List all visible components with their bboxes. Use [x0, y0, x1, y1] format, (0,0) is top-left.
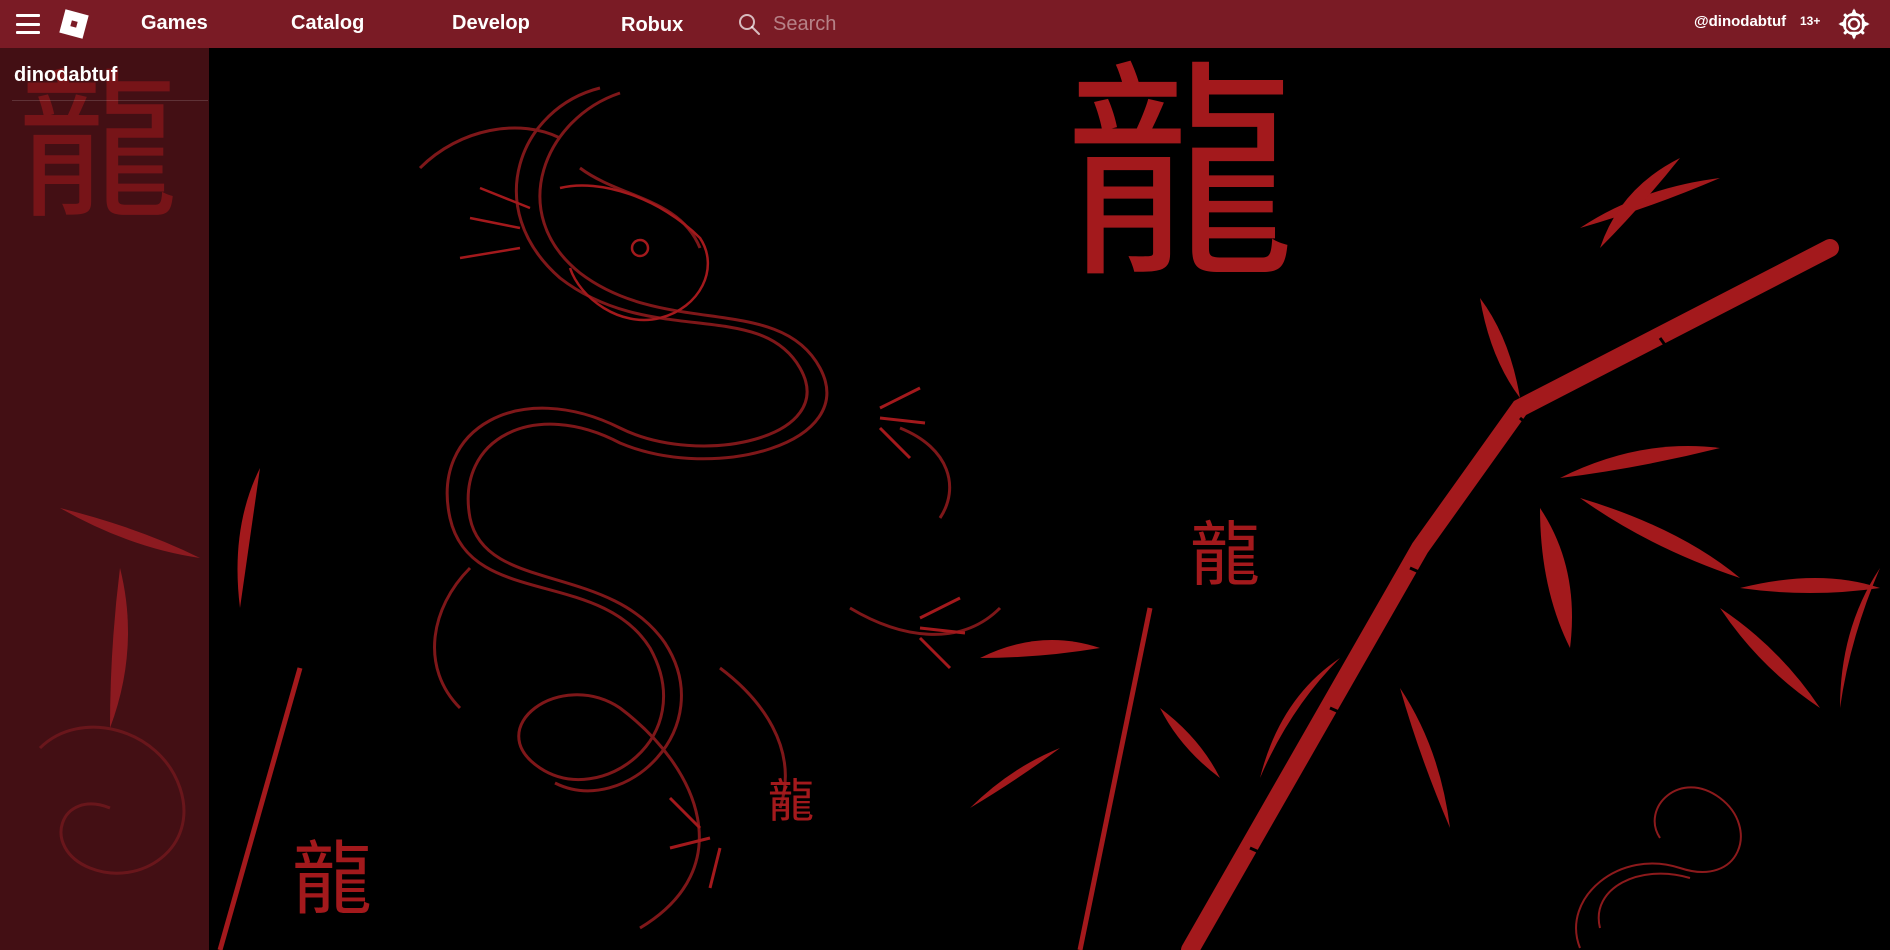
hamburger-menu-icon[interactable] — [16, 14, 40, 34]
search-icon[interactable] — [737, 12, 761, 36]
left-sidebar: 龍 dinodabtuf — [0, 48, 209, 950]
search-input[interactable] — [771, 9, 1415, 39]
nav-robux-link[interactable]: Robux — [621, 14, 683, 37]
nav-develop-link[interactable]: Develop — [452, 12, 530, 35]
nav-games-link[interactable]: Games — [141, 12, 208, 35]
nav-catalog-link[interactable]: Catalog — [291, 12, 364, 35]
search-bar — [737, 8, 1437, 40]
roblox-logo-icon[interactable] — [58, 8, 90, 40]
background-glyph: 龍 — [1065, 43, 1296, 310]
sidebar-username[interactable]: dinodabtuf — [14, 64, 117, 87]
background-glyph: 龍 — [768, 774, 814, 828]
top-navigation-bar: Games Catalog Develop Robux @dinodabtuf … — [0, 0, 1890, 48]
gear-icon[interactable] — [1838, 8, 1870, 40]
age-badge: 13+ — [1800, 14, 1821, 28]
background-dragon-art — [0, 48, 1890, 950]
background-glyph: 龍 — [292, 833, 372, 926]
background-glyph: 龍 — [1190, 514, 1260, 596]
username-link[interactable]: @dinodabtuf — [1694, 13, 1786, 30]
sidebar-divider — [12, 100, 208, 101]
sidebar-glyph: 龍 — [18, 54, 179, 241]
